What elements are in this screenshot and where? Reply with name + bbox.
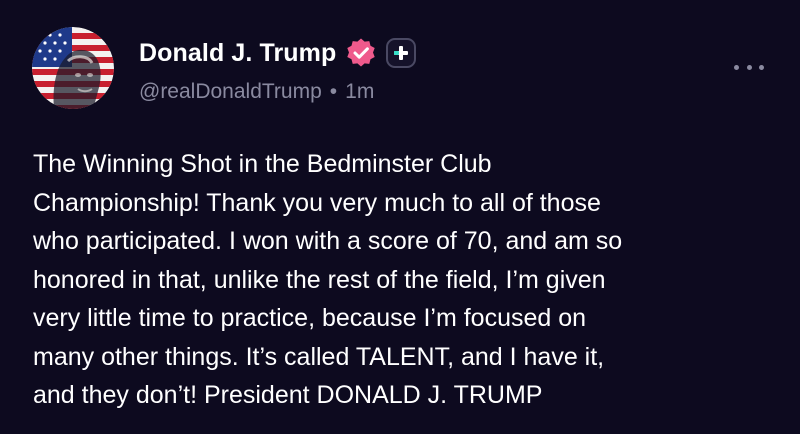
post-body-line: The Winning Shot in the Bedminster Club xyxy=(33,150,492,178)
author-name-row: Donald J. Trump xyxy=(139,33,417,73)
more-options-icon[interactable] xyxy=(734,52,764,82)
post-timestamp[interactable]: 1m xyxy=(345,80,374,104)
avatar-american-flag-portrait-icon xyxy=(32,27,114,109)
more-dot xyxy=(746,64,752,70)
plus-badge-icon[interactable] xyxy=(386,38,417,68)
post-body-line: and they don’t! President DONALD J. TRUM… xyxy=(33,381,543,409)
post-body-line: Championship! Thank you very much to all… xyxy=(33,188,601,217)
more-dot xyxy=(759,64,764,70)
post-body-line: who participated. I won with a score of … xyxy=(33,227,623,255)
author-display-name[interactable]: Donald J. Trump xyxy=(139,39,336,68)
verified-badge-icon xyxy=(345,37,377,69)
author-meta-row: @realDonaldTrump • 1m xyxy=(139,80,374,104)
avatar[interactable] xyxy=(32,27,114,109)
post-card: Donald J. Trump @realDonaldTrump • 1m Th… xyxy=(0,0,800,434)
author-handle[interactable]: @realDonaldTrump xyxy=(139,80,322,104)
post-body-line: very little time to practice, because I’… xyxy=(33,304,587,332)
meta-separator: • xyxy=(329,80,338,103)
post-body-line: honored in that, unlike the rest of the … xyxy=(33,265,606,294)
more-dot xyxy=(734,64,739,70)
post-body: The Winning Shot in the Bedminster Club … xyxy=(33,145,773,415)
post-body-line: many other things. It’s called TALENT, a… xyxy=(33,342,605,371)
